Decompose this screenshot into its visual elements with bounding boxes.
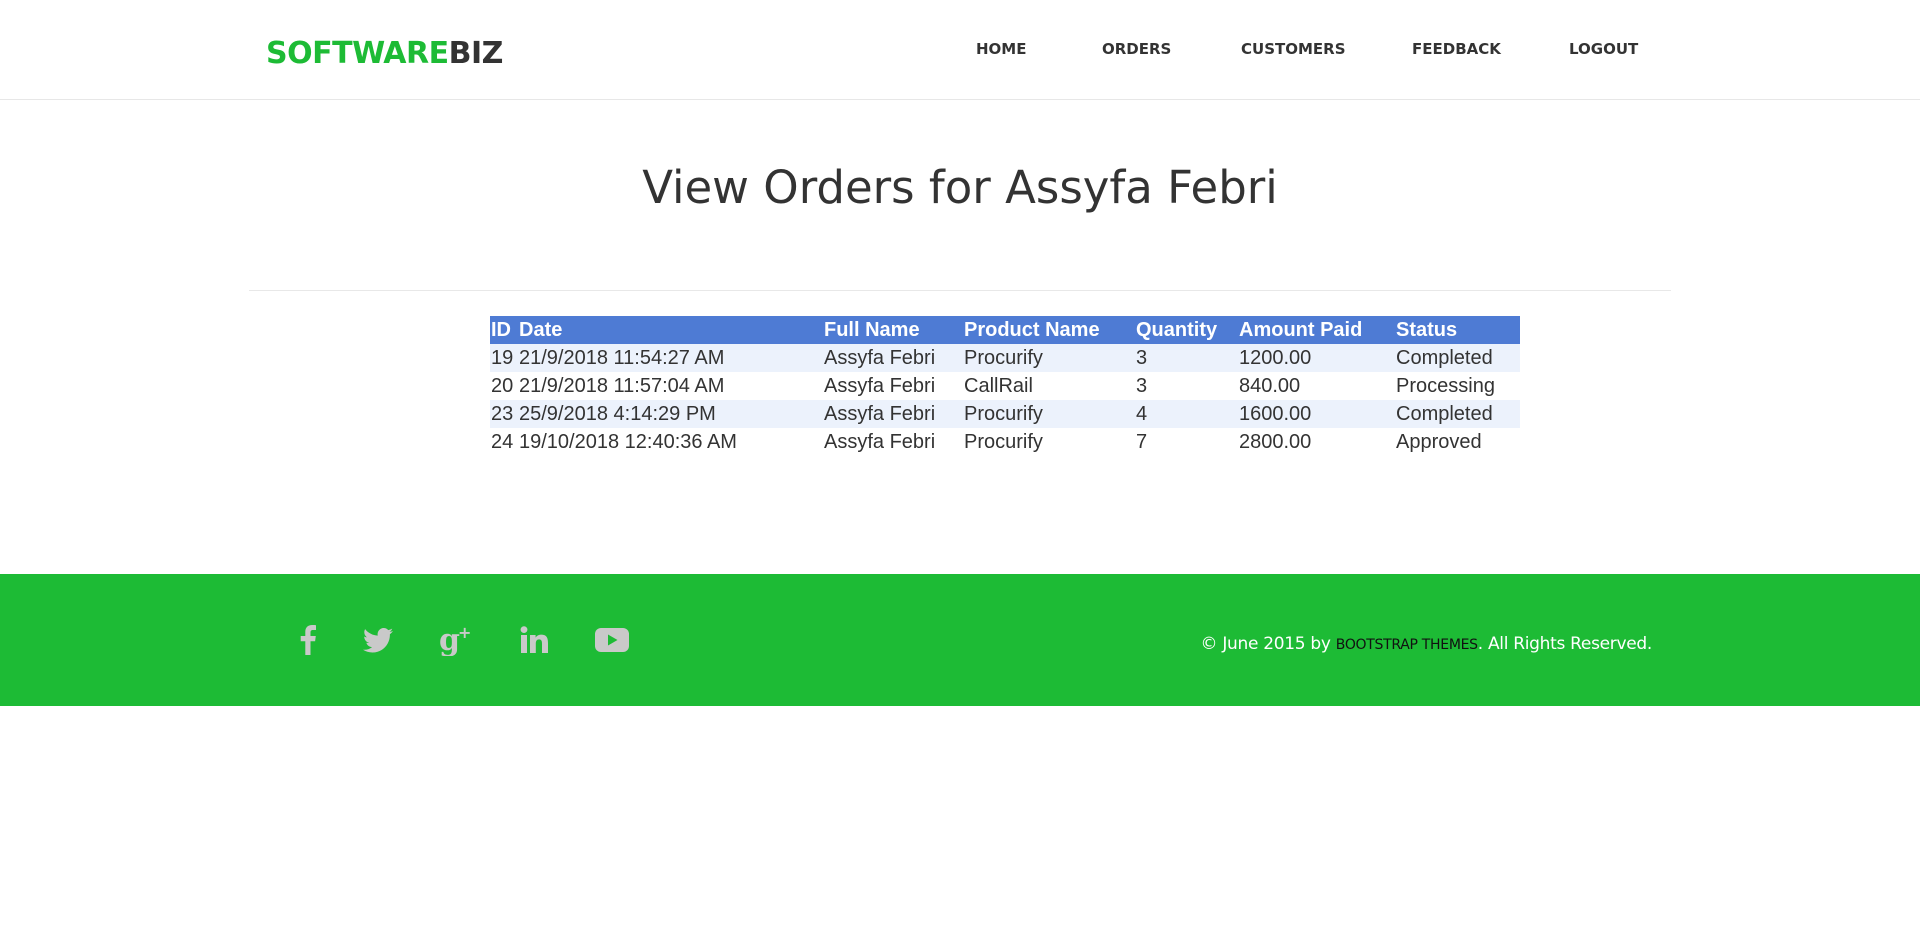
- cell-product-name: CallRail: [963, 372, 1135, 400]
- table-row: 20 21/9/2018 11:57:04 AM Assyfa Febri Ca…: [490, 372, 1520, 400]
- svg-text:+: +: [458, 624, 471, 642]
- nav-orders[interactable]: ORDERS: [1102, 39, 1171, 59]
- page-title: View Orders for Assyfa Febri: [642, 161, 1278, 214]
- facebook-icon[interactable]: [290, 622, 326, 658]
- cell-id: 24: [490, 428, 518, 456]
- svg-text:g: g: [439, 624, 460, 656]
- cell-amount-paid: 2800.00: [1238, 428, 1395, 456]
- cell-status: Approved: [1395, 428, 1520, 456]
- cell-quantity: 7: [1135, 428, 1238, 456]
- cell-date: 25/9/2018 4:14:29 PM: [518, 400, 823, 428]
- cell-full-name: Assyfa Febri: [823, 344, 963, 372]
- cell-status: Processing: [1395, 372, 1520, 400]
- cell-date: 21/9/2018 11:54:27 AM: [518, 344, 823, 372]
- cell-amount-paid: 840.00: [1238, 372, 1395, 400]
- cell-id: 20: [490, 372, 518, 400]
- column-header-status: Status: [1395, 316, 1520, 344]
- twitter-icon[interactable]: [360, 622, 396, 658]
- cell-date: 21/9/2018 11:57:04 AM: [518, 372, 823, 400]
- column-header-product-name: Product Name: [963, 316, 1135, 344]
- cell-status: Completed: [1395, 400, 1520, 428]
- cell-status: Completed: [1395, 344, 1520, 372]
- cell-quantity: 3: [1135, 344, 1238, 372]
- nav-logout[interactable]: LOGOUT: [1569, 39, 1638, 59]
- google-plus-icon[interactable]: g +: [438, 622, 474, 658]
- cell-full-name: Assyfa Febri: [823, 372, 963, 400]
- bootstrap-themes-link[interactable]: BOOTSTRAP THEMES: [1336, 637, 1478, 653]
- column-header-id: ID: [490, 316, 518, 344]
- copyright-suffix: . All Rights Reserved.: [1477, 634, 1653, 654]
- column-header-amount-paid: Amount Paid: [1238, 316, 1395, 344]
- column-header-date: Date: [518, 316, 823, 344]
- copyright-prefix: © June 2015 by: [1200, 634, 1336, 654]
- linkedin-icon[interactable]: [516, 622, 552, 658]
- column-header-quantity: Quantity: [1135, 316, 1238, 344]
- nav-home[interactable]: HOME: [976, 39, 1026, 59]
- cell-amount-paid: 1200.00: [1238, 344, 1395, 372]
- column-header-full-name: Full Name: [823, 316, 963, 344]
- cell-product-name: Procurify: [963, 400, 1135, 428]
- youtube-icon[interactable]: [594, 622, 630, 658]
- cell-id: 23: [490, 400, 518, 428]
- section-divider: [249, 290, 1671, 291]
- cell-product-name: Procurify: [963, 428, 1135, 456]
- nav-customers[interactable]: CUSTOMERS: [1241, 39, 1346, 59]
- brand-logo-part2: BIZ: [448, 36, 504, 71]
- top-navbar: SOFTWAREBIZ HOME ORDERS CUSTOMERS FEEDBA…: [0, 0, 1920, 100]
- orders-table: ID Date Full Name Product Name Quantity …: [490, 316, 1520, 456]
- brand-logo[interactable]: SOFTWAREBIZ: [266, 36, 503, 72]
- cell-amount-paid: 1600.00: [1238, 400, 1395, 428]
- cell-date: 19/10/2018 12:40:36 AM: [518, 428, 823, 456]
- footer: g + © June 2015 by BOOTSTRAP THEMES. All…: [0, 574, 1920, 706]
- table-row: 24 19/10/2018 12:40:36 AM Assyfa Febri P…: [490, 428, 1520, 456]
- cell-id: 19: [490, 344, 518, 372]
- cell-quantity: 3: [1135, 372, 1238, 400]
- nav-feedback[interactable]: FEEDBACK: [1412, 39, 1501, 59]
- cell-quantity: 4: [1135, 400, 1238, 428]
- table-header-row: ID Date Full Name Product Name Quantity …: [490, 316, 1520, 344]
- cell-full-name: Assyfa Febri: [823, 400, 963, 428]
- table-row: 19 21/9/2018 11:54:27 AM Assyfa Febri Pr…: [490, 344, 1520, 372]
- copyright-text: © June 2015 by BOOTSTRAP THEMES. All Rig…: [1200, 633, 1653, 656]
- brand-logo-part1: SOFTWARE: [266, 36, 449, 71]
- cell-product-name: Procurify: [963, 344, 1135, 372]
- table-row: 23 25/9/2018 4:14:29 PM Assyfa Febri Pro…: [490, 400, 1520, 428]
- cell-full-name: Assyfa Febri: [823, 428, 963, 456]
